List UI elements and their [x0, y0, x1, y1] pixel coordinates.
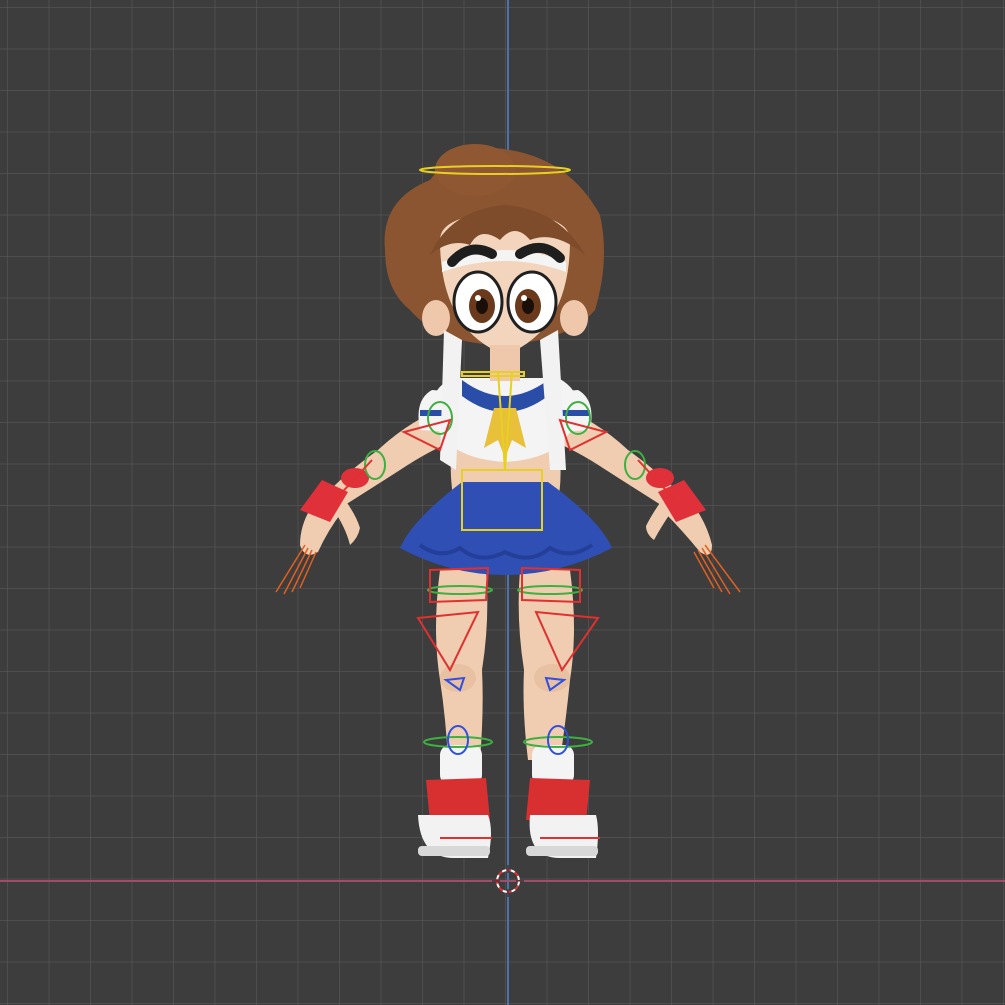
character-skirt[interactable]	[400, 482, 612, 575]
3d-cursor-icon[interactable]	[492, 865, 524, 897]
character-legs[interactable]	[436, 570, 574, 760]
character-scene[interactable]	[0, 0, 1005, 1005]
3d-viewport[interactable]	[0, 0, 1005, 1005]
character-shoes[interactable]	[418, 778, 598, 858]
